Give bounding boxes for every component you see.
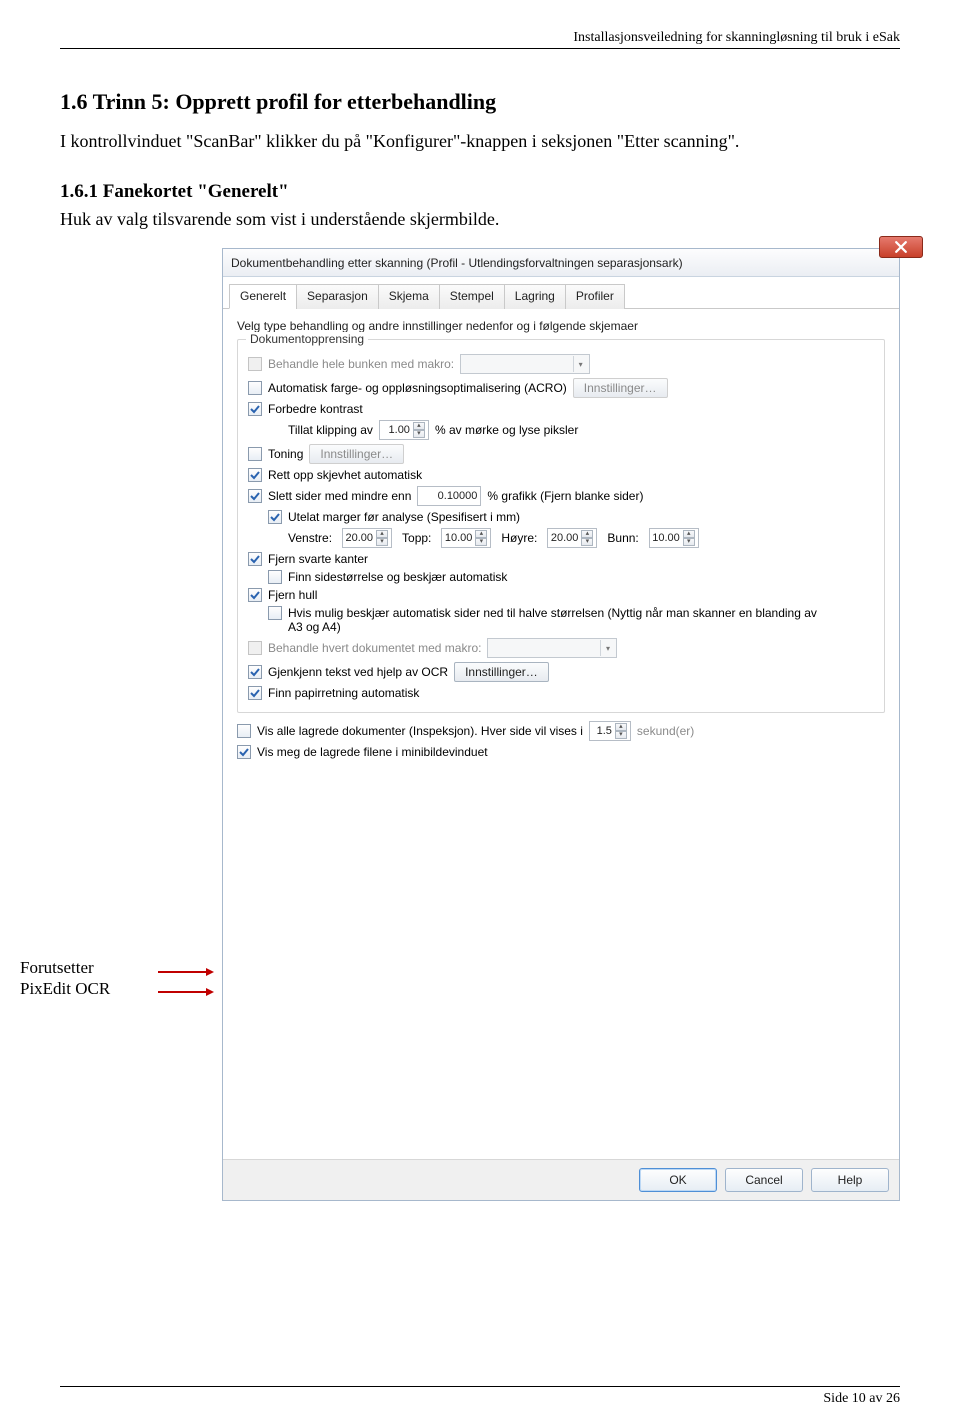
screenshot-dialog: Dokumentbehandling etter skanning (Profi… xyxy=(222,248,900,1201)
combo-batch-macro[interactable]: ▾ xyxy=(460,354,590,374)
label-delblank: Slett sider med mindre enn xyxy=(268,489,411,503)
label-deskew: Rett opp skjevhet automatisk xyxy=(268,468,422,482)
group-title: Dokumentopprensing xyxy=(246,332,368,346)
checkbox-ocr[interactable] xyxy=(248,665,262,679)
callout-prereq: Forutsetter PixEdit OCR xyxy=(20,248,150,999)
dialog-title: Dokumentbehandling etter skanning (Profi… xyxy=(223,249,899,277)
label-blackedges: Fjern svarte kanter xyxy=(268,552,368,566)
checkbox-holes[interactable] xyxy=(248,588,262,602)
intro-text: I kontrollvinduet "ScanBar" klikker du p… xyxy=(60,129,900,153)
checkbox-deskew[interactable] xyxy=(248,468,262,482)
checkbox-acro[interactable] xyxy=(248,381,262,395)
label-batch-macro: Behandle hele bunken med makro: xyxy=(268,357,454,371)
checkbox-halfcrop[interactable] xyxy=(268,606,282,620)
checkbox-doc-macro[interactable] xyxy=(248,641,262,655)
label-delblank-suffix: % grafikk (Fjern blanke sider) xyxy=(487,489,643,503)
label-margin-top: Topp: xyxy=(402,531,431,545)
checkbox-blackedges[interactable] xyxy=(248,552,262,566)
label-inspect: Vis alle lagrede dokumenter (Inspeksjon)… xyxy=(257,724,583,738)
checkbox-minithumb[interactable] xyxy=(237,745,251,759)
label-margin-right: Høyre: xyxy=(501,531,537,545)
settings-button-toning[interactable]: Innstillinger… xyxy=(309,444,404,464)
checkbox-inspect[interactable] xyxy=(237,724,251,738)
heading-step-5: 1.6 Trinn 5: Opprett profil for etterbeh… xyxy=(60,89,900,115)
tab-skjema[interactable]: Skjema xyxy=(378,284,440,309)
cancel-button[interactable]: Cancel xyxy=(725,1168,803,1192)
label-contrast: Forbedre kontrast xyxy=(268,402,363,416)
page-number: Side 10 av 26 xyxy=(60,1386,900,1407)
label-clip-suffix: % av mørke og lyse piksler xyxy=(435,423,578,437)
label-margin-left: Venstre: xyxy=(288,531,332,545)
margin-right-value[interactable]: 20.00▴▾ xyxy=(547,528,597,548)
label-halfcrop: Hvis mulig beskjær automatisk sider ned … xyxy=(288,606,828,634)
tab-separasjon[interactable]: Separasjon xyxy=(296,284,379,309)
label-autocrop: Finn sidestørrelse og beskjær automatisk xyxy=(288,570,507,584)
tab-generelt[interactable]: Generelt xyxy=(229,284,297,309)
checkbox-toning[interactable] xyxy=(248,447,262,461)
margin-bottom-value[interactable]: 10.00▴▾ xyxy=(649,528,699,548)
help-button[interactable]: Help xyxy=(811,1168,889,1192)
ok-button[interactable]: OK xyxy=(639,1168,717,1192)
label-ocr: Gjenkjenn tekst ved hjelp av OCR xyxy=(268,665,448,679)
inspect-value[interactable]: 1.5▴▾ xyxy=(589,721,631,741)
label-minithumb: Vis meg de lagrede filene i minibildevin… xyxy=(257,745,488,759)
checkbox-margins[interactable] xyxy=(268,510,282,524)
checkbox-contrast[interactable] xyxy=(248,402,262,416)
label-doc-macro: Behandle hvert dokumentet med makro: xyxy=(268,641,481,655)
callout-arrows xyxy=(158,248,214,1006)
tab-profiler[interactable]: Profiler xyxy=(565,284,625,309)
settings-button-ocr[interactable]: Innstillinger… xyxy=(454,662,549,682)
running-header: Installasjonsveiledning for skanningløsn… xyxy=(60,30,900,49)
label-clip: Tillat klipping av xyxy=(288,423,373,437)
subheading-text: Huk av valg tilsvarende som vist i under… xyxy=(60,209,900,230)
tab-lagring[interactable]: Lagring xyxy=(504,284,566,309)
margin-left-value[interactable]: 20.00▴▾ xyxy=(342,528,392,548)
pane-lead-text: Velg type behandling og andre innstillin… xyxy=(237,319,885,333)
subheading-generelt: 1.6.1 Fanekortet "Generelt" xyxy=(60,181,900,203)
checkbox-batch-macro[interactable] xyxy=(248,357,262,371)
close-icon[interactable] xyxy=(879,236,923,258)
label-holes: Fjern hull xyxy=(268,588,317,602)
checkbox-paperdir[interactable] xyxy=(248,686,262,700)
checkbox-delblank[interactable] xyxy=(248,489,262,503)
clip-value[interactable]: 1.00▴▾ xyxy=(379,420,429,440)
label-acro: Automatisk farge- og oppløsningsoptimali… xyxy=(268,381,567,395)
margin-top-value[interactable]: 10.00▴▾ xyxy=(441,528,491,548)
label-toning: Toning xyxy=(268,447,303,461)
label-inspect-suffix: sekund(er) xyxy=(637,724,694,738)
label-margin-bottom: Bunn: xyxy=(607,531,638,545)
delblank-value[interactable]: 0.10000 xyxy=(417,486,481,506)
label-paperdir: Finn papirretning automatisk xyxy=(268,686,419,700)
label-margins: Utelat marger før analyse (Spesifisert i… xyxy=(288,510,520,524)
settings-button-acro[interactable]: Innstillinger… xyxy=(573,378,668,398)
checkbox-autocrop[interactable] xyxy=(268,570,282,584)
combo-doc-macro[interactable]: ▾ xyxy=(487,638,617,658)
tab-stempel[interactable]: Stempel xyxy=(439,284,505,309)
